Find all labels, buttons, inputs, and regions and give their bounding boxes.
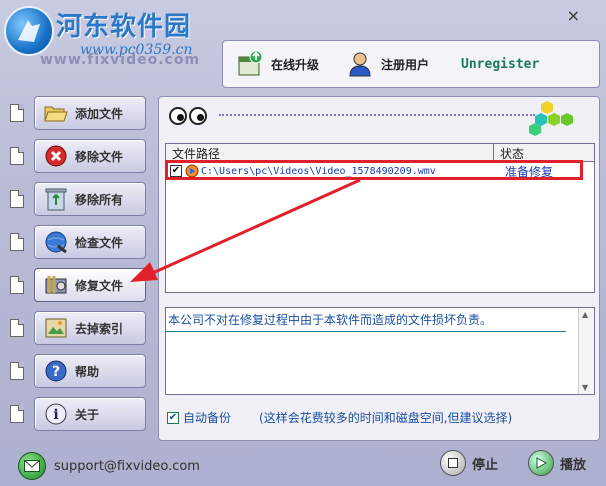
file-list-table: 文件路径 状态 ✔ C:\Users\pc\Videos\Video_15784… <box>165 143 595 293</box>
hexagon-decoration-icon <box>529 101 573 136</box>
log-textbox[interactable]: 本公司不对在修复过程中由于本软件而造成的文件损坏负责。 ▲ ▼ <box>165 307 595 395</box>
remove-file-button[interactable]: 移除文件 <box>34 139 146 173</box>
sidebar-row-add-file: 添加文件 <box>0 96 160 132</box>
info-icon: i <box>43 401 69 427</box>
auto-backup-note: (这样会花费较多的时间和磁盘空间,但建议选择) <box>259 411 513 425</box>
about-label: 关于 <box>75 407 100 422</box>
document-icon <box>10 104 24 122</box>
registration-status: Unregister <box>461 56 540 72</box>
sidebar-row-remove-file: 移除文件 <box>0 139 160 175</box>
auto-backup-checkbox[interactable]: ✔ <box>167 411 179 424</box>
top-toolbar: 在线升级 注册用户 Unregister <box>222 40 600 88</box>
file-status-cell: 准备修复 <box>505 164 554 179</box>
remove-index-button[interactable]: 去掉索引 <box>34 311 146 345</box>
app-window: 河东软件园 www.pc0359.cn www.fixvideo.com × 在… <box>0 0 606 486</box>
check-file-button[interactable]: 检查文件 <box>34 225 146 259</box>
user-icon <box>349 52 371 77</box>
about-button[interactable]: i 关于 <box>34 397 146 431</box>
file-checkbox[interactable]: ✔ <box>170 165 182 177</box>
eyes-icon <box>169 107 207 125</box>
sidebar: 添加文件 移除文件 移除所有 检查文件 修复文件 去掉索引 ? 帮助 i 关于 <box>0 96 160 441</box>
online-upgrade-label: 在线升级 <box>271 57 320 72</box>
document-icon <box>10 233 24 251</box>
sidebar-row-repair-file: 修复文件 <box>0 268 160 304</box>
document-icon <box>10 405 24 423</box>
close-button[interactable]: × <box>567 6 580 25</box>
help-label: 帮助 <box>75 364 100 379</box>
remove-index-label: 去掉索引 <box>75 321 124 336</box>
svg-text:?: ? <box>52 364 60 380</box>
add-file-label: 添加文件 <box>75 106 124 121</box>
table-row[interactable]: ✔ C:\Users\pc\Videos\Video_1578490209.wm… <box>166 162 594 180</box>
sidebar-row-help: ? 帮助 <box>0 354 160 390</box>
support-contact: support@fixvideo.com <box>18 452 200 480</box>
document-icon <box>10 276 24 294</box>
document-icon <box>10 190 24 208</box>
scroll-down-icon[interactable]: ▼ <box>582 383 588 392</box>
dotted-divider <box>219 114 535 116</box>
document-icon <box>10 362 24 380</box>
online-upgrade-button[interactable]: 在线升级 <box>223 44 333 84</box>
stop-label: 停止 <box>472 457 499 473</box>
repair-tools-icon <box>43 272 69 298</box>
scroll-up-icon[interactable]: ▲ <box>582 310 588 319</box>
svg-text:i: i <box>53 407 58 423</box>
footer: support@fixvideo.com 停止 播放 <box>0 444 606 486</box>
remove-all-label: 移除所有 <box>75 192 124 207</box>
stop-icon <box>440 450 466 476</box>
column-header-status[interactable]: 状态 <box>494 144 594 161</box>
remove-all-button[interactable]: 移除所有 <box>34 182 146 216</box>
remove-file-label: 移除文件 <box>75 149 124 164</box>
sidebar-row-about: i 关于 <box>0 397 160 433</box>
sidebar-row-remove-index: 去掉索引 <box>0 311 160 347</box>
upgrade-calendar-icon <box>238 51 263 76</box>
document-icon <box>10 147 24 165</box>
mail-icon[interactable] <box>18 452 46 480</box>
watermark-title: 河东软件园 <box>56 12 192 42</box>
index-image-icon <box>43 315 69 341</box>
play-button[interactable]: 播放 <box>528 450 586 476</box>
file-path-cell: C:\Users\pc\Videos\Video_1578490209.wmv <box>201 165 436 177</box>
recycle-bin-icon <box>43 186 69 212</box>
app-logo-icon <box>4 6 54 56</box>
video-file-icon <box>185 164 199 178</box>
register-user-button[interactable]: 注册用户 <box>333 44 443 84</box>
column-header-path[interactable]: 文件路径 <box>166 144 494 161</box>
repair-file-button[interactable]: 修复文件 <box>34 268 146 302</box>
folder-open-icon <box>43 100 69 126</box>
auto-backup-option: ✔ 自动备份 (这样会花费较多的时间和磁盘空间,但建议选择) <box>167 409 512 426</box>
table-header: 文件路径 状态 <box>166 144 594 162</box>
remove-x-icon <box>43 143 69 169</box>
sidebar-row-remove-all: 移除所有 <box>0 182 160 218</box>
play-icon <box>528 450 554 476</box>
repair-file-label: 修复文件 <box>75 278 124 293</box>
sidebar-row-check-file: 检查文件 <box>0 225 160 261</box>
play-label: 播放 <box>560 457 587 473</box>
stop-button[interactable]: 停止 <box>440 450 498 476</box>
help-icon: ? <box>43 358 69 384</box>
globe-check-icon <box>43 229 69 255</box>
help-button[interactable]: ? 帮助 <box>34 354 146 388</box>
register-user-label: 注册用户 <box>381 57 430 72</box>
site-ghost-text: www.fixvideo.com <box>40 52 201 68</box>
log-scrollbar[interactable]: ▲ ▼ <box>578 308 594 394</box>
main-panel: 文件路径 状态 ✔ C:\Users\pc\Videos\Video_15784… <box>158 96 600 441</box>
check-file-label: 检查文件 <box>75 235 124 250</box>
auto-backup-label[interactable]: 自动备份 <box>183 409 231 426</box>
document-icon <box>10 319 24 337</box>
disclaimer-text: 本公司不对在修复过程中由于本软件而造成的文件损坏负责。 <box>166 308 566 332</box>
support-email[interactable]: support@fixvideo.com <box>54 459 200 474</box>
add-file-button[interactable]: 添加文件 <box>34 96 146 130</box>
